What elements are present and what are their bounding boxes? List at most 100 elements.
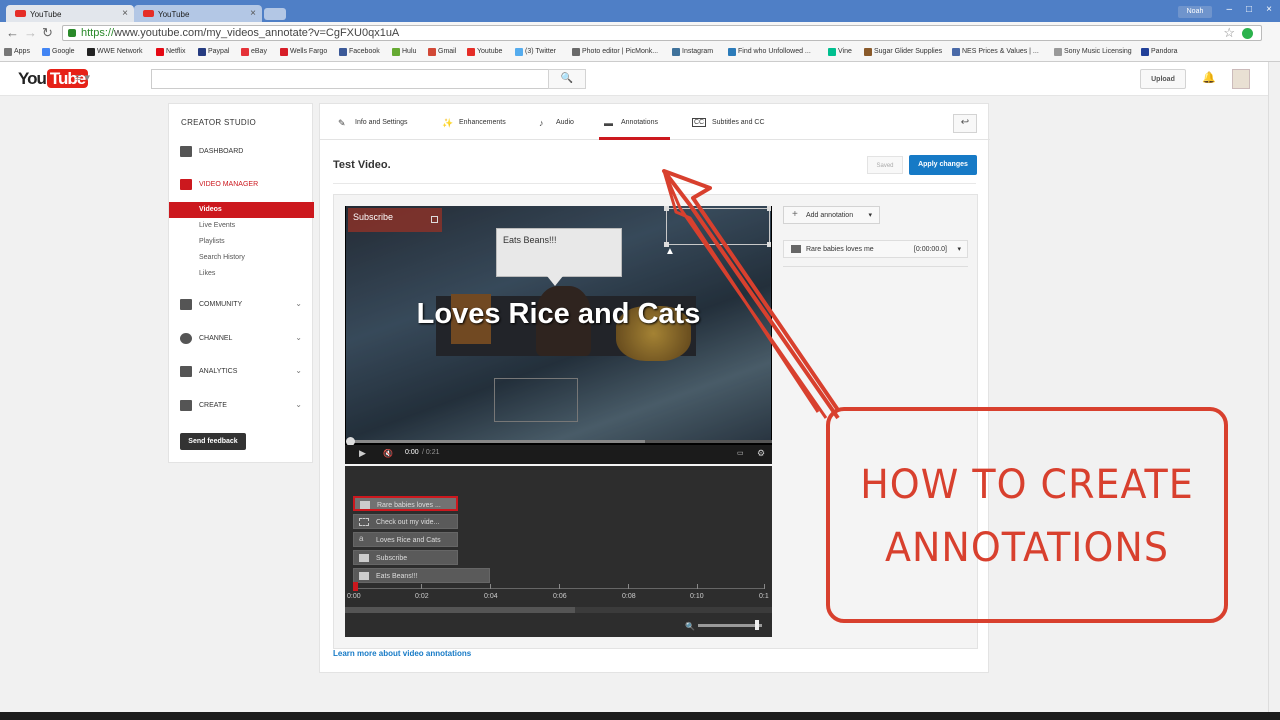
maximize-icon[interactable]: □ xyxy=(1246,4,1252,15)
subscribe-annotation[interactable]: Subscribe xyxy=(348,208,442,232)
add-annotation-button[interactable]: + Add annotation ▾ xyxy=(783,206,880,224)
sidebar-subitem-playlists[interactable]: Playlists xyxy=(169,234,314,250)
new-tab-button[interactable] xyxy=(264,8,286,20)
bookmark-gmail[interactable]: Gmail xyxy=(428,48,456,56)
avatar[interactable] xyxy=(1232,69,1250,89)
forward-icon[interactable]: → xyxy=(24,25,37,40)
settings-gear-icon[interactable]: ⚙ xyxy=(757,448,765,459)
tab-info-and-settings[interactable]: ✎ Info and Settings xyxy=(338,118,408,128)
sidebar-item-community[interactable]: COMMUNITY ⌄ xyxy=(169,297,314,313)
search-button[interactable]: 🔍 xyxy=(548,69,586,89)
empty-annotation-box[interactable] xyxy=(494,378,578,422)
timeline-bar-eats-beans[interactable]: Eats Beans!!! xyxy=(353,568,490,583)
timeline-bar-subscribe[interactable]: Subscribe xyxy=(353,550,458,565)
bookmark-wwe-network[interactable]: WWE Network xyxy=(87,48,143,56)
learn-more-link[interactable]: Learn more about video annotations xyxy=(333,649,471,658)
sidebar-title: CREATOR STUDIO xyxy=(181,118,257,127)
close-tab-icon[interactable]: × xyxy=(122,8,128,19)
timeline-playhead[interactable] xyxy=(353,582,358,591)
bookmark-youtube[interactable]: Youtube xyxy=(467,48,502,56)
bookmark-star-icon[interactable]: ☆ xyxy=(1223,25,1235,41)
timeline-scrollbar[interactable] xyxy=(345,607,772,613)
bookmark-nes-prices[interactable]: NES Prices & Values | ... xyxy=(952,48,1039,56)
bookmark-apps[interactable]: Apps xyxy=(4,48,30,56)
search-input[interactable] xyxy=(151,69,549,89)
page-scrollbar[interactable] xyxy=(1268,62,1280,712)
annotation-list-item[interactable]: Rare babies loves me [0:00:00.0] ▾ xyxy=(783,240,968,258)
sidebar-item-channel[interactable]: CHANNEL ⌄ xyxy=(169,331,314,347)
captions-icon[interactable]: ▭ xyxy=(737,449,744,457)
bookmark-pandora[interactable]: Pandora xyxy=(1141,48,1177,56)
close-tab-icon[interactable]: × xyxy=(250,8,256,19)
video-player[interactable]: Subscribe Eats Beans!!! Loves Rice and C… xyxy=(345,206,772,464)
bookmark-netflix[interactable]: Netflix xyxy=(156,48,185,56)
browser-tab-youtube-2[interactable]: YouTube × xyxy=(134,5,262,22)
timeline-tick-label: 0:1 xyxy=(759,593,769,600)
tab-annotations[interactable]: ▬ Annotations xyxy=(604,118,658,128)
timeline-bar-check-out[interactable]: Check out my vide... xyxy=(353,514,458,529)
bookmark-sugar-glider[interactable]: Sugar Glider Supplies xyxy=(864,48,942,56)
reload-icon[interactable]: ↻ xyxy=(42,25,53,41)
resize-handle[interactable] xyxy=(767,206,771,211)
tab-audio[interactable]: ♪ Audio xyxy=(539,118,574,128)
extension-icon[interactable] xyxy=(1242,28,1253,39)
sidebar-item-create[interactable]: CREATE ⌄ xyxy=(169,398,314,414)
browser-tab-youtube-1[interactable]: YouTube × xyxy=(6,5,134,22)
profile-user-button[interactable]: Noah xyxy=(1178,6,1212,18)
minimize-icon[interactable]: – xyxy=(1226,4,1232,15)
send-feedback-button[interactable]: Send feedback xyxy=(180,433,246,450)
bookmark-instagram[interactable]: Instagram xyxy=(672,48,713,56)
bookmark-picmonkey[interactable]: Photo editor | PicMonk... xyxy=(572,48,658,56)
resize-handle[interactable] xyxy=(767,242,771,247)
resize-handle[interactable] xyxy=(664,206,669,211)
back-icon[interactable]: ← xyxy=(6,25,19,40)
bookmark-google[interactable]: Google xyxy=(42,48,75,56)
bookmark-unfollowed[interactable]: Find who Unfollowed ... xyxy=(728,48,811,56)
zoom-slider-knob[interactable] xyxy=(755,620,759,630)
callout-line-1: HOW TO CREATE xyxy=(860,461,1194,508)
tab-subtitles-and-cc[interactable]: CC Subtitles and CC xyxy=(692,118,765,127)
sidebar-item-dashboard[interactable]: DASHBOARD xyxy=(169,144,314,160)
sidebar-subitem-likes[interactable]: Likes xyxy=(169,266,314,282)
bookmark-ebay[interactable]: eBay xyxy=(241,48,267,56)
mute-icon[interactable]: 🔇 xyxy=(383,449,393,458)
back-button[interactable]: ↩ xyxy=(953,114,977,133)
sidebar-subitem-search-history[interactable]: Search History xyxy=(169,250,314,266)
bookmark-wells-fargo[interactable]: Wells Fargo xyxy=(280,48,327,56)
upload-button[interactable]: Upload xyxy=(1140,69,1186,89)
close-window-icon[interactable]: × xyxy=(1266,4,1272,15)
divider xyxy=(333,183,976,184)
sidebar-item-analytics[interactable]: ANALYTICS ⌄ xyxy=(169,364,314,380)
mouse-cursor-icon: ▲ xyxy=(665,246,675,257)
timeline-scroll-thumb[interactable] xyxy=(345,607,575,613)
timeline-bar-loves-rice[interactable]: a Loves Rice and Cats xyxy=(353,532,458,547)
bookmark-hulu[interactable]: Hulu xyxy=(392,48,416,56)
sidebar-subitem-live-events[interactable]: Live Events xyxy=(169,218,314,234)
chevron-down-icon: ⌄ xyxy=(295,366,302,375)
play-icon[interactable]: ▶ xyxy=(359,448,366,459)
apply-changes-button[interactable]: Apply changes xyxy=(909,155,977,175)
video-frame[interactable]: Subscribe Eats Beans!!! Loves Rice and C… xyxy=(346,206,771,440)
bookmark-vine[interactable]: Vine xyxy=(828,48,852,56)
youtube-favicon-icon xyxy=(15,10,26,17)
sidebar-subitem-videos[interactable]: Videos xyxy=(169,202,314,218)
url-input[interactable]: https://www.youtube.com/my_videos_annota… xyxy=(62,25,1262,41)
sidebar-item-label: COMMUNITY xyxy=(199,301,243,308)
sidebar-item-video-manager[interactable]: VIDEO MANAGER xyxy=(169,177,314,193)
address-toolbar: ← → ↻ https://www.youtube.com/my_videos_… xyxy=(0,22,1280,44)
guide-menu-icon[interactable]: ≡ ▾ xyxy=(75,71,90,84)
caret-down-icon[interactable]: ▾ xyxy=(957,245,961,253)
bookmark-sony-music[interactable]: Sony Music Licensing xyxy=(1054,48,1132,56)
title-annotation[interactable]: Loves Rice and Cats xyxy=(346,298,771,331)
video-progress-bar[interactable] xyxy=(346,437,772,446)
speech-bubble-annotation[interactable]: Eats Beans!!! xyxy=(496,228,622,286)
zoom-slider[interactable] xyxy=(698,624,762,627)
bookmark-twitter[interactable]: (3) Twitter xyxy=(515,48,556,56)
notifications-bell-icon[interactable]: 🔔 xyxy=(1202,71,1216,84)
total-time: / 0:21 xyxy=(422,449,440,456)
bookmark-paypal[interactable]: Paypal xyxy=(198,48,229,56)
timeline-bar-rare-babies[interactable]: Rare babies loves ... xyxy=(353,496,458,511)
spotlight-annotation[interactable] xyxy=(664,206,771,247)
tab-enhancements[interactable]: ✨ Enhancements xyxy=(442,118,506,128)
bookmark-facebook[interactable]: Facebook xyxy=(339,48,380,56)
